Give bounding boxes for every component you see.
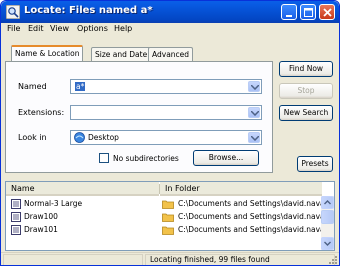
title-bar[interactable]: Locate: Files named a* (1, 1, 339, 23)
status-bar: Locating finished, 99 files found (1, 252, 339, 265)
document-icon (11, 199, 21, 209)
chevron-down-icon (251, 85, 259, 90)
tab-size-date[interactable]: Size and Date (91, 47, 152, 61)
status-panel-left (3, 254, 143, 265)
menu-help[interactable]: Help (114, 24, 132, 33)
result-folder: C:\Documents and Settings\david.navarr (178, 225, 331, 234)
menu-file[interactable]: File (7, 24, 20, 33)
named-combobox[interactable]: a* (70, 79, 262, 94)
window-title: Locate: Files named a* (24, 5, 153, 16)
menu-options[interactable]: Options (77, 24, 108, 33)
lookin-label: Look in (18, 133, 47, 142)
no-subdirectories-checkbox[interactable] (99, 153, 109, 163)
tab-advanced[interactable]: Advanced (148, 47, 194, 61)
document-icon (11, 225, 21, 235)
maximize-button[interactable] (300, 4, 316, 20)
scroll-up-button[interactable] (321, 196, 334, 209)
result-row[interactable]: Draw100 C:\Documents and Settings\david.… (6, 211, 331, 223)
lookin-value: Desktop (88, 133, 119, 142)
lookin-combobox[interactable]: Desktop (70, 130, 262, 145)
scroll-thumb[interactable] (321, 210, 334, 224)
chevron-down-icon (251, 111, 259, 116)
search-criteria-tabs: Name & Location Size and Date Advanced N… (5, 45, 273, 175)
folder-icon (162, 213, 174, 222)
results-list[interactable]: Name In Folder Normal-3 Large C:\Documen… (5, 181, 335, 251)
column-header-in-folder[interactable]: In Folder (160, 182, 322, 196)
extensions-label: Extensions: (18, 108, 65, 117)
extensions-combobox[interactable] (70, 105, 262, 120)
desktop-icon (74, 132, 85, 143)
results-scrollbar[interactable] (321, 196, 334, 250)
minimize-icon (286, 15, 292, 17)
scroll-down-button[interactable] (321, 237, 334, 250)
lookin-dropdown-button[interactable] (248, 132, 260, 143)
named-value: a* (75, 82, 86, 91)
chevron-up-icon (324, 200, 331, 205)
close-icon (323, 8, 332, 17)
close-button[interactable] (319, 4, 335, 20)
folder-icon (162, 226, 174, 235)
extensions-dropdown-button[interactable] (248, 107, 260, 118)
result-name: Draw101 (24, 225, 58, 234)
document-icon (11, 212, 21, 222)
named-dropdown-button[interactable] (248, 81, 260, 92)
result-row[interactable]: Draw101 C:\Documents and Settings\david.… (6, 224, 331, 236)
browse-button[interactable]: Browse... (193, 150, 259, 166)
chevron-down-icon (324, 241, 331, 246)
status-message: Locating finished, 99 files found (145, 254, 335, 265)
named-label: Named (18, 82, 47, 91)
maximize-icon (304, 8, 313, 17)
magnifier-app-icon (6, 5, 20, 19)
result-folder: C:\Documents and Settings\david.navarr (178, 212, 331, 221)
menu-edit[interactable]: Edit (28, 24, 44, 33)
no-subdirectories-label: No subdirectories (113, 154, 179, 163)
minimize-button[interactable] (281, 4, 297, 20)
stop-button[interactable]: Stop (279, 83, 333, 99)
folder-icon (162, 200, 174, 209)
locate-window: Locate: Files named a* File Edit View Op… (0, 0, 340, 266)
result-row[interactable]: Normal-3 Large C:\Documents and Settings… (6, 198, 331, 210)
result-folder: C:\Documents and Settings\david.navarr (178, 199, 331, 208)
menu-bar: File Edit View Options Help (1, 23, 339, 37)
tab-name-location[interactable]: Name & Location (11, 45, 84, 61)
name-location-panel: Named a* Extensions: Look in Desktop No … (5, 61, 273, 173)
find-now-button[interactable]: Find Now (279, 61, 333, 77)
result-name: Normal-3 Large (24, 199, 83, 208)
presets-button[interactable]: Presets (297, 156, 333, 172)
column-header-name[interactable]: Name (6, 182, 159, 196)
new-search-button[interactable]: New Search (279, 105, 333, 121)
resize-grip-icon[interactable] (328, 255, 338, 265)
chevron-down-icon (251, 136, 259, 141)
menu-view[interactable]: View (50, 24, 69, 33)
result-name: Draw100 (24, 212, 58, 221)
